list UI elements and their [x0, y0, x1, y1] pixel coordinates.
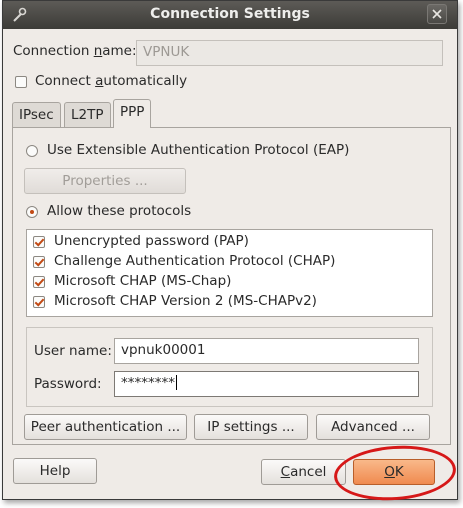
chap-checkbox[interactable]	[33, 256, 45, 268]
close-button[interactable]	[427, 4, 447, 24]
help-button[interactable]: Help	[13, 458, 97, 484]
close-icon	[432, 9, 442, 19]
chap-label[interactable]: Challenge Authentication Protocol (CHAP)	[54, 253, 335, 269]
allow-protocols-radio[interactable]	[26, 206, 38, 218]
connection-settings-dialog: Connection Settings Connection name: VPN…	[2, 0, 458, 500]
window-title: Connection Settings	[150, 6, 310, 22]
tab-ipsec[interactable]: IPsec	[12, 102, 61, 128]
mschap-label[interactable]: Microsoft CHAP (MS-Chap)	[54, 273, 231, 289]
password-field[interactable]: ********	[114, 371, 419, 397]
eap-radio[interactable]	[26, 145, 38, 157]
password-value: ********	[121, 375, 175, 391]
connection-name-label: Connection name:	[13, 43, 137, 59]
connect-automatically-label[interactable]: Connect automatically	[35, 73, 187, 89]
mschapv2-checkbox[interactable]	[33, 296, 45, 308]
pap-label[interactable]: Unencrypted password (PAP)	[54, 233, 249, 249]
peer-authentication-button[interactable]: Peer authentication ...	[24, 414, 187, 440]
cancel-button[interactable]: Cancel	[261, 459, 346, 485]
mschap-checkbox[interactable]	[33, 276, 45, 288]
allow-protocols-label[interactable]: Allow these protocols	[47, 203, 191, 219]
title-bar[interactable]: Connection Settings	[3, 1, 457, 29]
ip-settings-button[interactable]: IP settings ...	[194, 414, 308, 440]
protocol-list: Unencrypted password (PAP) Challenge Aut…	[26, 229, 433, 317]
eap-label[interactable]: Use Extensible Authentication Protocol (…	[47, 142, 349, 158]
properties-button[interactable]: Properties ...	[24, 168, 186, 194]
pap-checkbox[interactable]	[33, 236, 45, 248]
connect-automatically-checkbox[interactable]	[15, 76, 27, 88]
user-name-field[interactable]: vpnuk00001	[114, 338, 419, 364]
password-label: Password:	[34, 376, 102, 392]
tab-ppp[interactable]: PPP	[113, 99, 152, 128]
mschapv2-label[interactable]: Microsoft CHAP Version 2 (MS-CHAPv2)	[54, 293, 317, 309]
connection-name-field[interactable]: VPNUK	[136, 40, 443, 66]
text-cursor	[176, 375, 177, 390]
user-name-label: User name:	[34, 343, 112, 359]
advanced-button[interactable]: Advanced ...	[316, 414, 430, 440]
tab-l2tp[interactable]: L2TP	[64, 102, 111, 128]
